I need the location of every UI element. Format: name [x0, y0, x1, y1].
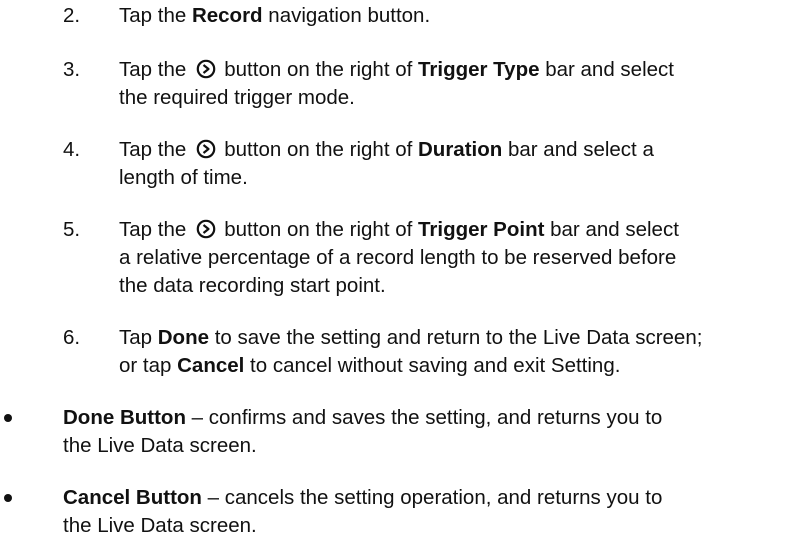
circle-chevron-right-icon — [196, 139, 216, 159]
step-text: Tap the button on the right of Duration b… — [119, 138, 654, 162]
step-5-continuation: a relative percentage of a record length… — [119, 246, 677, 269]
step-3-continuation: the required trigger mode. — [119, 86, 355, 109]
text-run: navigation button. — [262, 4, 431, 27]
bullet-dot — [4, 494, 12, 502]
text-run: bar and select — [539, 58, 674, 81]
text-run: Tap the — [119, 58, 187, 81]
text-run: to cancel without saving and exit Settin… — [244, 354, 621, 377]
text-run: bar and select a — [502, 138, 654, 161]
step-text: Tap the button on the right of Trigger Ty… — [119, 58, 674, 82]
bold-term: Trigger Point — [418, 218, 545, 241]
text-run: to save the setting and return to the Li… — [209, 326, 703, 349]
step-number: 2. — [63, 4, 81, 27]
bold-term: Done — [157, 326, 209, 349]
bullet-text: Cancel Button – cancels the setting oper… — [63, 486, 662, 510]
text-run: or tap — [119, 354, 178, 377]
bold-term: Cancel Button — [63, 486, 202, 509]
text-run: button on the right of — [224, 218, 418, 241]
step-number: 3. — [63, 58, 81, 81]
circle-chevron-right-icon — [196, 219, 216, 239]
step-5-continuation: the data recording start point. — [119, 274, 386, 297]
circle-chevron-right-icon — [196, 59, 216, 79]
step-text: Tap the Record navigation button. — [119, 4, 430, 28]
text-run: bar and select — [544, 218, 679, 241]
bullet-continuation: the Live Data screen. — [63, 514, 257, 537]
step-6-continuation: or tap Cancel to cancel without saving a… — [119, 354, 620, 378]
text-run: Tap — [119, 326, 158, 349]
text-run: – confirms and saves the setting, and re… — [185, 406, 663, 429]
bullet-dot — [4, 414, 12, 422]
bold-term: Cancel — [177, 354, 245, 377]
text-run: button on the right of — [224, 138, 418, 161]
text-run: Tap the — [119, 4, 192, 27]
text-run: Tap the — [119, 218, 187, 241]
bold-term: Record — [191, 4, 263, 27]
step-number: 4. — [63, 138, 81, 161]
bullet-continuation: the Live Data screen. — [63, 434, 257, 457]
bullet-text: Done Button – confirms and saves the set… — [63, 406, 662, 430]
step-number: 5. — [63, 218, 81, 241]
bold-term: Done Button — [63, 406, 186, 429]
bold-term: Trigger Type — [418, 58, 540, 81]
text-run: button on the right of — [224, 58, 418, 81]
step-text: Tap the button on the right of Trigger Po… — [119, 218, 679, 242]
step-text: Tap Done to save the setting and return … — [119, 326, 702, 350]
bold-term: Duration — [418, 138, 503, 161]
step-4-continuation: length of time. — [119, 166, 248, 189]
text-run: Tap the — [119, 138, 187, 161]
text-run: – cancels the setting operation, and ret… — [201, 486, 663, 509]
step-number: 6. — [63, 326, 81, 349]
